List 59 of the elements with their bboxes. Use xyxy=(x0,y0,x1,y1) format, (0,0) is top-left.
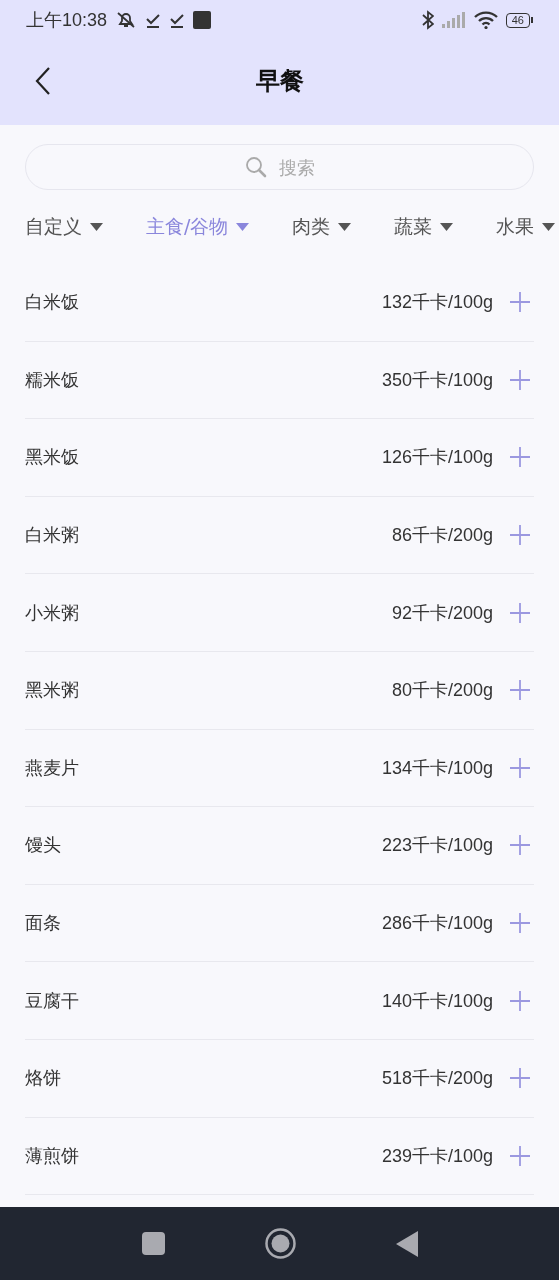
caret-icon xyxy=(90,223,103,231)
calorie-value: 518千卡/200g xyxy=(381,1067,493,1091)
add-button[interactable] xyxy=(509,1144,531,1167)
calorie-value: 86千卡/200g xyxy=(391,524,493,548)
check-icon xyxy=(145,12,162,28)
add-button[interactable] xyxy=(509,368,531,391)
caret-icon xyxy=(236,223,250,231)
add-button[interactable] xyxy=(509,601,531,624)
recent-apps-button[interactable] xyxy=(141,1232,165,1256)
caret-icon xyxy=(440,223,454,231)
battery-icon: 46 xyxy=(505,12,530,28)
food-name: 白米饭 xyxy=(25,290,80,315)
food-name: 糯米饭 xyxy=(25,367,80,392)
caret-icon xyxy=(338,223,352,231)
calorie-value: 140千卡/100g xyxy=(381,989,493,1013)
calorie-value: 80千卡/200g xyxy=(391,679,493,703)
add-button[interactable] xyxy=(509,446,531,469)
caret-icon xyxy=(541,223,555,231)
status-time: 上午10:38 xyxy=(26,9,108,32)
add-button[interactable] xyxy=(509,679,531,702)
food-name: 燕麦片 xyxy=(25,755,80,780)
food-name: 面条 xyxy=(25,911,62,936)
add-button[interactable] xyxy=(509,912,531,935)
add-button[interactable] xyxy=(509,756,531,779)
page-title: 早餐 xyxy=(255,67,304,95)
food-name: 黑米饭 xyxy=(25,445,80,470)
home-button[interactable] xyxy=(264,1228,296,1260)
category-tab[interactable]: 水果 xyxy=(495,212,555,242)
food-name: 薄煎饼 xyxy=(25,1143,80,1168)
add-button[interactable] xyxy=(509,834,531,857)
signal-icon xyxy=(441,12,466,28)
add-button[interactable] xyxy=(509,291,531,314)
add-button[interactable] xyxy=(509,989,531,1012)
calorie-value: 239千卡/100g xyxy=(381,1144,493,1168)
search-icon xyxy=(244,155,268,179)
calorie-value: 350千卡/100g xyxy=(381,368,493,392)
calorie-value: 126千卡/100g xyxy=(381,446,493,470)
back-nav-button[interactable] xyxy=(395,1230,418,1257)
category-tab[interactable]: 肉类 xyxy=(292,212,352,242)
category-tab[interactable]: 自定义 xyxy=(25,212,103,242)
food-name: 豆腐干 xyxy=(25,988,80,1013)
add-button[interactable] xyxy=(509,524,531,547)
food-name: 白米粥 xyxy=(25,523,80,548)
category-tab[interactable]: 蔬菜 xyxy=(394,212,454,242)
wifi-icon xyxy=(473,11,498,29)
square-icon xyxy=(193,11,212,29)
calorie-value: 223千卡/100g xyxy=(381,834,493,858)
calorie-value: 92千卡/200g xyxy=(391,601,493,625)
check-icon xyxy=(169,12,186,28)
calorie-value: 134千卡/100g xyxy=(381,756,493,780)
search-field[interactable]: 搜索 xyxy=(25,144,534,190)
add-button[interactable] xyxy=(509,1067,531,1090)
food-name: 黑米粥 xyxy=(25,678,80,703)
food-name: 小米粥 xyxy=(25,600,80,625)
calorie-value: 286千卡/100g xyxy=(381,912,493,936)
food-name: 馒头 xyxy=(25,833,62,858)
food-name: 烙饼 xyxy=(25,1066,62,1091)
bluetooth-icon xyxy=(421,10,434,30)
calorie-value: 132千卡/100g xyxy=(381,291,493,315)
